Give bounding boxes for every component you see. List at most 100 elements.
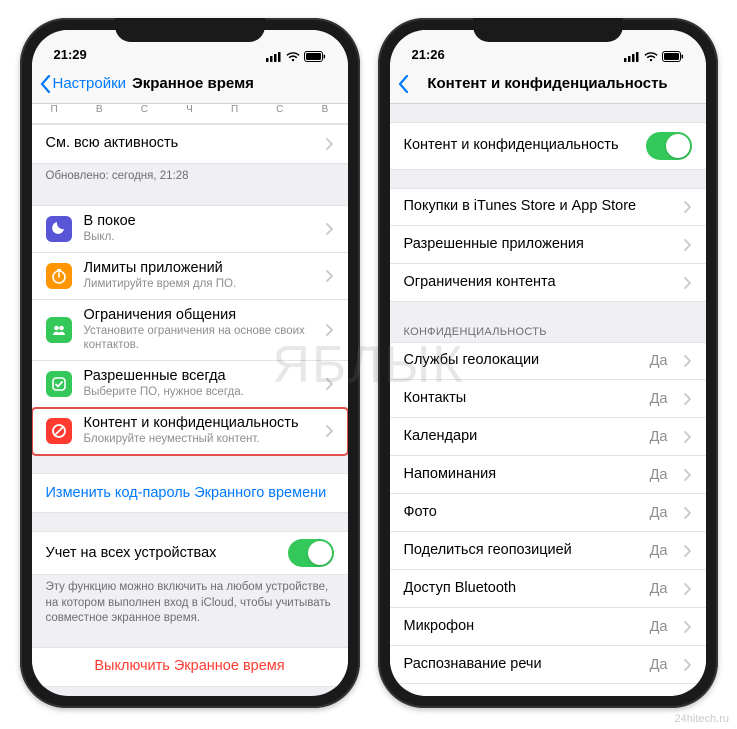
cell-value: Да <box>650 505 668 521</box>
cell-value: Да <box>650 619 668 635</box>
cell-label: В покое <box>84 213 314 230</box>
nav-title: Экранное время <box>132 75 254 92</box>
share-footer: Эту функцию можно включить на любом устр… <box>32 575 348 629</box>
content-privacy-master-toggle-row[interactable]: Контент и конфиденциальность <box>390 122 706 170</box>
chevron-right-icon <box>326 270 334 282</box>
cell-label: Изменить код-пароль Экранного времени <box>46 485 334 502</box>
cell-label: Распознавание речи <box>404 656 638 673</box>
cell-label: Календари <box>404 428 638 445</box>
cell-value: Да <box>650 353 668 369</box>
chevron-right-icon <box>684 201 692 213</box>
chevron-right-icon <box>684 621 692 633</box>
weekday-label: С <box>257 104 302 123</box>
settings-row[interactable]: Разрешенные приложения <box>390 226 706 264</box>
privacy-row[interactable]: Календари Да <box>390 418 706 456</box>
feature-row-check[interactable]: Разрешенные всегдаВыберите ПО, нужное вс… <box>32 361 348 408</box>
cell-sublabel: Блокируйте неуместный контент. <box>84 433 314 447</box>
cell-label: Контент и конфиденциальность <box>404 137 634 154</box>
chevron-right-icon <box>326 378 334 390</box>
change-passcode-button[interactable]: Изменить код-пароль Экранного времени <box>32 473 348 513</box>
privacy-row[interactable]: Реклама Да <box>390 684 706 696</box>
notch <box>115 18 265 42</box>
toggle-switch-on[interactable] <box>288 539 334 567</box>
updated-footer: Обновлено: сегодня, 21:28 <box>32 164 348 187</box>
chevron-right-icon <box>684 239 692 251</box>
feature-row-moon[interactable]: В покоеВыкл. <box>32 205 348 253</box>
weekday-label: В <box>302 104 347 123</box>
chevron-right-icon <box>326 324 334 336</box>
cell-value: Да <box>650 581 668 597</box>
chevron-right-icon <box>326 425 334 437</box>
privacy-row[interactable]: Контакты Да <box>390 380 706 418</box>
nav-bar: Контент и конфиденциальность <box>390 64 706 104</box>
cell-label: Поделиться геопозицией <box>404 542 638 559</box>
weekday-label: Ч <box>167 104 212 123</box>
settings-row[interactable]: Покупки в iTunes Store и App Store <box>390 188 706 226</box>
chevron-right-icon <box>684 507 692 519</box>
weekday-label: П <box>32 104 77 123</box>
share-across-devices-toggle-row[interactable]: Учет на всех устройствах <box>32 531 348 575</box>
chevron-right-icon <box>684 469 692 481</box>
cell-label: Выключить Экранное время <box>46 658 334 675</box>
cell-label: Разрешенные приложения <box>404 236 672 253</box>
cell-label: Лимиты приложений <box>84 260 314 277</box>
cell-label: Учет на всех устройствах <box>46 545 276 562</box>
chevron-right-icon <box>684 355 692 367</box>
weekday-label: С <box>122 104 167 123</box>
back-button[interactable] <box>398 75 409 93</box>
cell-value: Да <box>650 695 668 697</box>
chevron-right-icon <box>684 545 692 557</box>
nav-title: Контент и конфиденциальность <box>390 75 706 92</box>
status-icons <box>266 51 326 62</box>
chevron-left-icon <box>40 75 51 93</box>
cell-label: Контакты <box>404 390 638 407</box>
privacy-row[interactable]: Микрофон Да <box>390 608 706 646</box>
privacy-row[interactable]: Поделиться геопозицией Да <box>390 532 706 570</box>
cell-label: Ограничения общения <box>84 307 314 324</box>
toggle-switch-on[interactable] <box>646 132 692 160</box>
cell-label: Напоминания <box>404 466 638 483</box>
chevron-right-icon <box>326 138 334 150</box>
feature-row-timer[interactable]: Лимиты приложенийЛимитируйте время для П… <box>32 253 348 300</box>
notch <box>473 18 623 42</box>
timer-icon <box>46 263 72 289</box>
nav-bar: Настройки Экранное время <box>32 64 348 104</box>
chevron-right-icon <box>684 583 692 595</box>
nosign-icon <box>46 418 72 444</box>
people-icon <box>46 317 72 343</box>
settings-row[interactable]: Ограничения контента <box>390 264 706 302</box>
privacy-row[interactable]: ФотоДа <box>390 494 706 532</box>
cell-value: Да <box>650 391 668 407</box>
see-all-activity[interactable]: См. всю активность <box>32 124 348 164</box>
cell-value: Да <box>650 657 668 673</box>
privacy-row[interactable]: Распознавание речи Да <box>390 646 706 684</box>
back-button[interactable]: Настройки <box>40 75 127 93</box>
weekday-row: ПВСЧПСВ <box>32 104 348 124</box>
chevron-right-icon <box>684 277 692 289</box>
turn-off-screen-time-button[interactable]: Выключить Экранное время <box>32 647 348 687</box>
feature-row-people[interactable]: Ограничения общенияУстановите ограничени… <box>32 300 348 361</box>
privacy-row[interactable]: Напоминания Да <box>390 456 706 494</box>
back-label: Настройки <box>53 75 127 92</box>
status-time: 21:26 <box>412 47 445 62</box>
cell-sublabel: Установите ограничения на основе своих к… <box>84 325 314 353</box>
status-icons <box>624 51 684 62</box>
cell-value: Да <box>650 467 668 483</box>
cell-sublabel: Лимитируйте время для ПО. <box>84 278 314 292</box>
cell-value: Да <box>650 543 668 559</box>
privacy-row[interactable]: Доступ Bluetooth Да <box>390 570 706 608</box>
cell-label: Реклама <box>404 694 638 696</box>
weekday-label: В <box>77 104 122 123</box>
phone-frame-right: 21:26 Контент и конфиденциальность Конте… <box>378 18 718 708</box>
source-credit: 24hitech.ru <box>675 713 729 725</box>
cell-sublabel: Выберите ПО, нужное всегда. <box>84 386 314 400</box>
feature-row-nosign[interactable]: Контент и конфиденциальностьБлокируйте н… <box>32 408 348 455</box>
cell-sublabel: Выкл. <box>84 231 314 245</box>
phone-frame-left: 21:29 Настройки Экранное время ПВСЧПСВ <box>20 18 360 708</box>
cell-label: Доступ Bluetooth <box>404 580 638 597</box>
cell-label: Микрофон <box>404 618 638 635</box>
cell-label: Ограничения контента <box>404 274 672 291</box>
chevron-right-icon <box>326 223 334 235</box>
cell-value: Да <box>650 429 668 445</box>
privacy-row[interactable]: Службы геолокацииДа <box>390 342 706 380</box>
